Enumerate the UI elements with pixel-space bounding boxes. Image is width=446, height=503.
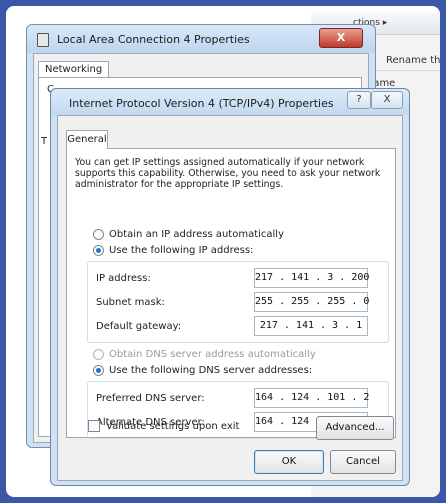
this-connection-label: T [41,136,48,147]
radio-label: Obtain DNS server address automatically [109,349,316,360]
radio-on-icon [93,245,104,256]
radio-label: Use the following IP address: [109,245,254,256]
subnet-mask-label: Subnet mask: [96,297,165,308]
close-button[interactable]: X [319,28,363,48]
general-panel: You can get IP settings assigned automat… [66,148,396,439]
ip-address-label: IP address: [96,273,151,284]
radio-label: Obtain an IP address automatically [109,229,285,240]
dialog-title: Internet Protocol Version 4 (TCP/IPv4) P… [69,97,334,110]
close-button[interactable]: X [371,91,403,109]
checkbox-unchecked-icon [88,420,100,432]
checkbox-label: Validate settings upon exit [106,420,240,432]
dialog-body: General You can get IP settings assigned… [57,115,403,481]
cancel-button[interactable]: Cancel [330,450,396,474]
subnet-mask-input[interactable]: 255 . 255 . 255 . 0 [254,292,369,312]
ipv4-properties-dialog: Internet Protocol Version 4 (TCP/IPv4) P… [50,88,410,486]
window-title: Local Area Connection 4 Properties [57,33,250,46]
screenshot-frame: ctions ▸ Rename th ce Name Local Area Co… [6,6,440,497]
preferred-dns-row: Preferred DNS server: 164 . 124 . 101 . … [88,388,388,410]
radio-off-icon [93,349,104,360]
tab-general[interactable]: General [66,130,108,149]
default-gateway-input[interactable]: 217 . 141 . 3 . 1 [254,316,368,336]
rename-connection-button[interactable]: Rename th [386,55,440,66]
validate-settings-checkbox[interactable]: Validate settings upon exit [88,420,239,432]
obtain-ip-automatically-radio[interactable]: Obtain an IP address automatically [93,229,284,240]
use-following-dns-radio[interactable]: Use the following DNS server addresses: [93,365,312,376]
ip-address-row: IP address: 217 . 141 . 3 . 200 [88,268,388,290]
default-gateway-row: Default gateway: 217 . 141 . 3 . 1 [88,316,388,338]
title-bar: Local Area Connection 4 Properties X [27,25,375,53]
subnet-mask-row: Subnet mask: 255 . 255 . 255 . 0 [88,292,388,314]
default-gateway-label: Default gateway: [96,321,182,332]
radio-label: Use the following DNS server addresses: [109,365,313,376]
radio-on-icon [93,365,104,376]
radio-off-icon [93,229,104,240]
ip-address-input[interactable]: 217 . 141 . 3 . 200 [254,268,369,288]
advanced-button[interactable]: Advanced... [316,416,394,440]
ip-address-group: IP address: 217 . 141 . 3 . 200 Subnet m… [87,261,389,343]
ok-button[interactable]: OK [254,450,324,474]
preferred-dns-label: Preferred DNS server: [96,393,205,404]
description-text: You can get IP settings assigned automat… [75,157,381,190]
preferred-dns-input[interactable]: 164 . 124 . 101 . 2 [254,388,369,408]
obtain-dns-automatically-radio[interactable]: Obtain DNS server address automatically [93,349,316,360]
help-button[interactable]: ? [347,91,371,109]
tab-networking[interactable]: Networking [38,61,110,77]
network-adapter-icon [37,33,49,47]
use-following-ip-radio[interactable]: Use the following IP address: [93,245,253,256]
title-bar: Internet Protocol Version 4 (TCP/IPv4) P… [51,89,409,115]
